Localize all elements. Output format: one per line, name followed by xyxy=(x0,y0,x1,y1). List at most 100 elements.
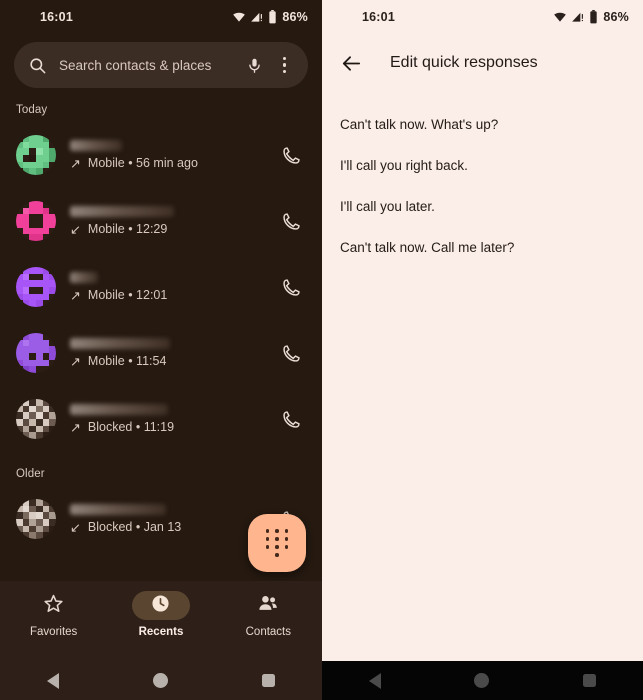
system-navigation-bar-right[interactable] xyxy=(322,661,643,700)
battery-percent: 86% xyxy=(603,10,629,24)
nav-pill-recents xyxy=(131,591,190,620)
status-icons: 86% xyxy=(232,10,308,24)
status-icons: 86% xyxy=(553,10,629,24)
quick-response-item[interactable]: I'll call you later. xyxy=(322,186,643,227)
search-input[interactable]: Search contacts & places xyxy=(59,58,230,73)
call-details: ↙ Blocked • Jan 13 xyxy=(70,504,267,534)
status-bar-left: 16:01 86% xyxy=(0,0,322,34)
call-type-time: Blocked • Jan 13 xyxy=(87,520,182,534)
page-title: Edit quick responses xyxy=(390,54,538,71)
status-bar-right: 16:01 86% xyxy=(322,0,643,34)
back-icon[interactable] xyxy=(368,672,381,689)
home-icon[interactable] xyxy=(474,673,490,688)
dialpad-icon xyxy=(265,529,289,557)
nav-item-favorites[interactable]: Favorites xyxy=(0,591,107,638)
wifi-icon xyxy=(232,10,246,24)
outgoing-call-icon: ↗ xyxy=(70,287,81,303)
star-icon xyxy=(43,593,64,619)
call-log-row[interactable]: ↗ Mobile • 56 min ago xyxy=(0,122,322,188)
search-icon xyxy=(28,56,47,75)
avatar xyxy=(16,333,56,373)
call-type-time: Mobile • 56 min ago xyxy=(87,156,198,170)
call-back-icon[interactable] xyxy=(281,409,306,430)
quick-response-item[interactable]: Can't talk now. What's up? xyxy=(322,104,643,145)
call-subtitle: ↗ Blocked • 11:19 xyxy=(70,420,267,434)
outgoing-call-icon: ↗ xyxy=(70,419,81,435)
people-icon xyxy=(257,592,279,619)
battery-icon xyxy=(268,10,277,24)
avatar xyxy=(16,201,56,241)
outgoing-call-icon: ↗ xyxy=(70,353,81,369)
avatar xyxy=(16,267,56,307)
nav-label-recents: Recents xyxy=(138,626,184,638)
contact-name-redacted xyxy=(70,338,170,349)
incoming-call-icon: ↙ xyxy=(70,221,81,237)
search-bar[interactable]: Search contacts & places xyxy=(14,42,308,88)
outgoing-call-icon: ↗ xyxy=(70,155,81,171)
contact-name-redacted xyxy=(70,272,98,283)
avatar xyxy=(16,499,56,539)
wifi-icon xyxy=(553,10,567,24)
call-log-row[interactable]: ↙ Mobile • 12:29 xyxy=(0,188,322,254)
cellular-signal-icon xyxy=(571,10,585,24)
status-time: 16:01 xyxy=(40,10,73,24)
call-subtitle: ↗ Mobile • 12:01 xyxy=(70,288,267,302)
call-back-icon[interactable] xyxy=(281,277,306,298)
call-log-list[interactable]: Today ↗ Mobile • 56 min ago ↙ Mobile • 1… xyxy=(0,88,322,552)
clock-icon xyxy=(150,593,171,619)
contact-name-redacted xyxy=(70,206,174,217)
call-type-time: Mobile • 12:01 xyxy=(87,288,168,302)
microphone-icon[interactable] xyxy=(242,57,267,74)
call-back-icon[interactable] xyxy=(281,211,306,232)
incoming-call-icon: ↙ xyxy=(70,519,81,535)
call-log-row[interactable]: ↗ Blocked • 11:19 xyxy=(0,386,322,452)
back-arrow-icon[interactable] xyxy=(332,44,370,82)
call-details: ↗ Mobile • 56 min ago xyxy=(70,140,267,170)
nav-item-recents[interactable]: Recents xyxy=(107,591,214,638)
call-type-time: Mobile • 12:29 xyxy=(87,222,168,236)
call-log-row[interactable]: ↗ Mobile • 12:01 xyxy=(0,254,322,320)
quick-response-item[interactable]: I'll call you right back. xyxy=(322,145,643,186)
call-back-icon[interactable] xyxy=(281,145,306,166)
nav-label-contacts: Contacts xyxy=(245,626,292,638)
quick-response-item[interactable]: Can't talk now. Call me later? xyxy=(322,227,643,268)
dual-screenshot: 16:01 86% Search contacts & places Today… xyxy=(0,0,643,700)
quick-responses-list[interactable]: Can't talk now. What's up? I'll call you… xyxy=(322,92,643,268)
section-header-older: Older xyxy=(16,468,45,480)
call-details: ↙ Mobile • 12:29 xyxy=(70,206,267,236)
call-subtitle: ↗ Mobile • 11:54 xyxy=(70,354,267,368)
section-header-today: Today xyxy=(16,104,48,116)
system-navigation-bar-left[interactable] xyxy=(0,661,322,700)
call-subtitle: ↙ Blocked • Jan 13 xyxy=(70,520,267,534)
back-icon[interactable] xyxy=(47,672,59,689)
dialpad-fab[interactable] xyxy=(248,514,306,572)
overflow-menu-icon[interactable] xyxy=(279,56,295,74)
call-details: ↗ Mobile • 11:54 xyxy=(70,338,267,368)
app-bar: Edit quick responses xyxy=(322,34,643,92)
home-icon[interactable] xyxy=(153,673,168,688)
call-details: ↗ Blocked • 11:19 xyxy=(70,404,267,434)
call-type-time: Blocked • 11:19 xyxy=(87,420,175,434)
nav-pill-favorites xyxy=(25,591,83,620)
bottom-navigation[interactable]: Favorites Recents Contacts xyxy=(0,581,322,661)
avatar xyxy=(16,135,56,175)
recents-icon[interactable] xyxy=(583,674,597,687)
contact-name-redacted xyxy=(70,504,166,515)
recents-icon[interactable] xyxy=(262,674,275,687)
battery-icon xyxy=(589,10,598,24)
contact-name-redacted xyxy=(70,140,122,151)
battery-percent: 86% xyxy=(282,10,308,24)
nav-label-favorites: Favorites xyxy=(30,626,78,638)
call-type-time: Mobile • 11:54 xyxy=(87,354,167,368)
call-back-icon[interactable] xyxy=(281,343,306,364)
cellular-signal-icon xyxy=(250,10,264,24)
call-subtitle: ↗ Mobile • 56 min ago xyxy=(70,156,267,170)
phone-left-recents-screen: 16:01 86% Search contacts & places Today… xyxy=(0,0,322,700)
nav-item-contacts[interactable]: Contacts xyxy=(215,591,322,638)
avatar xyxy=(16,399,56,439)
call-log-row[interactable]: ↗ Mobile • 11:54 xyxy=(0,320,322,386)
status-time: 16:01 xyxy=(362,10,395,24)
nav-pill-contacts xyxy=(239,591,297,620)
phone-right-quick-responses-screen: 16:01 86% Edit quick responses Can't tal… xyxy=(322,0,643,700)
contact-name-redacted xyxy=(70,404,168,415)
